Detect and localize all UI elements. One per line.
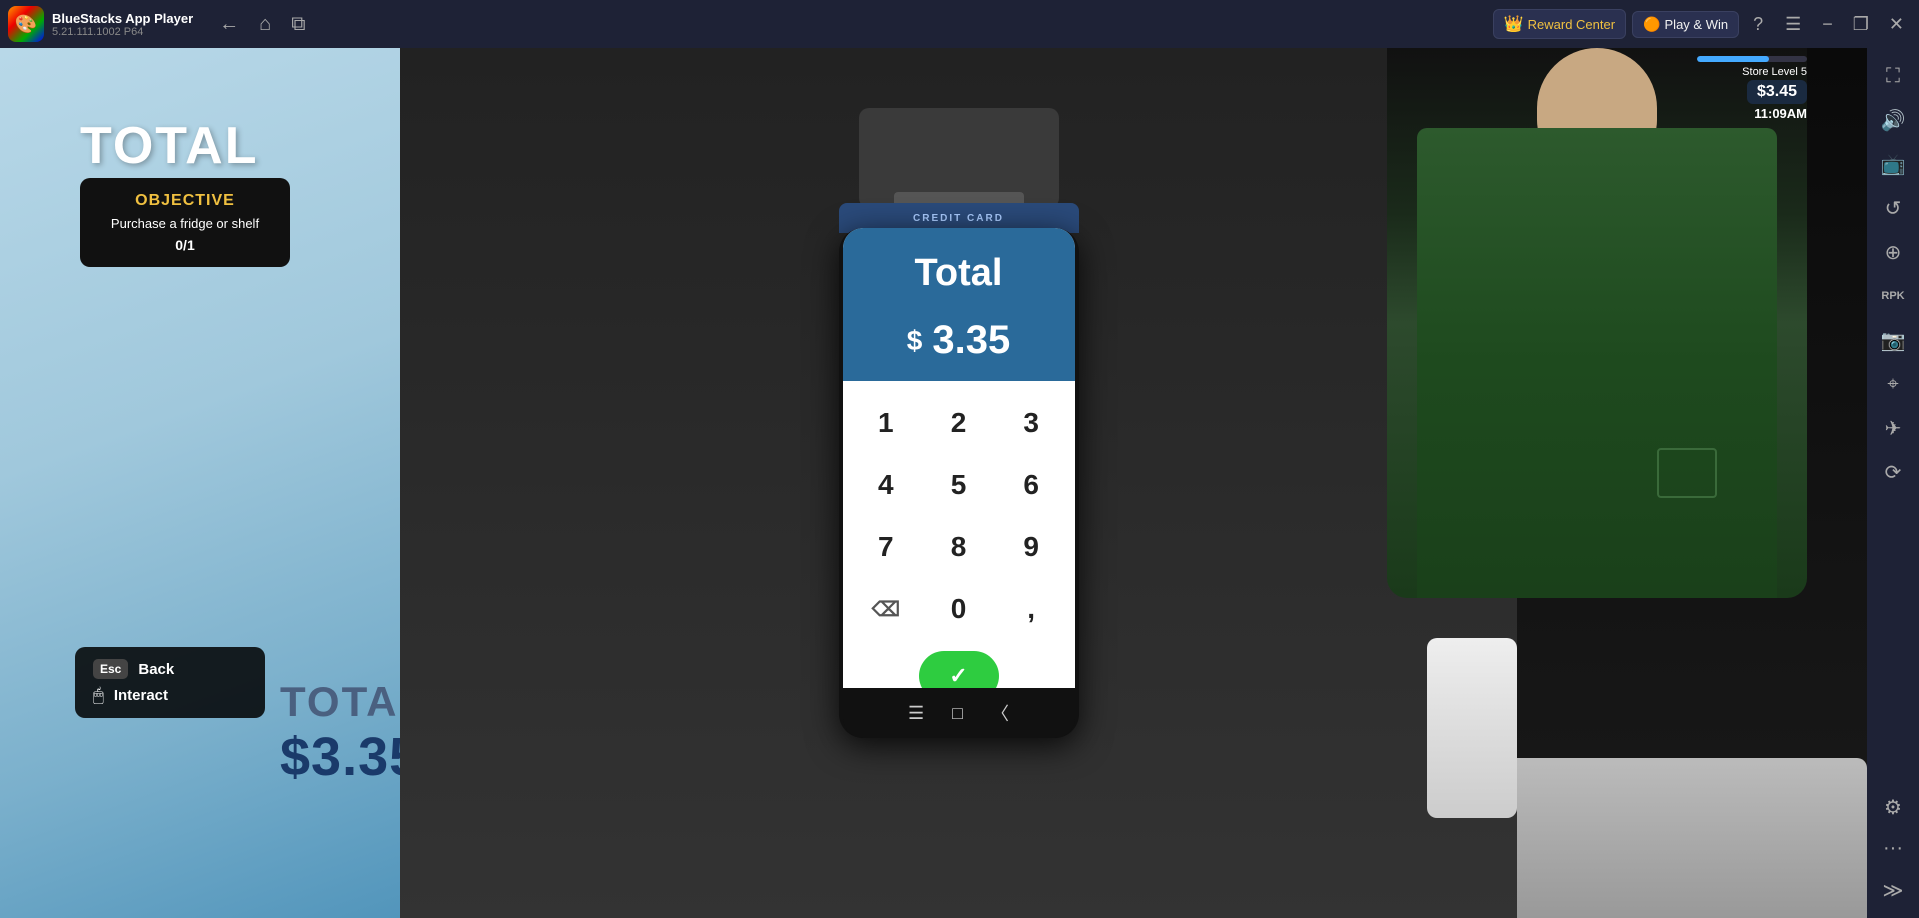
back-label: Back [138, 661, 174, 678]
coin-icon: 🟠 [1643, 16, 1660, 33]
keypad: 1 2 3 4 5 6 7 8 9 ⌫ 0 , ✓ [843, 381, 1075, 688]
phone-menu-button[interactable]: ☰ [908, 703, 924, 724]
register-background: CREDIT CARD Total $ 3.35 1 2 3 4 [400, 48, 1517, 918]
game-area: TOTAL OBJECTIVE Purchase a fridge or she… [0, 48, 1867, 918]
key-7[interactable]: 7 [855, 521, 918, 573]
key-2[interactable]: 2 [927, 397, 990, 449]
app-name: BlueStacks App Player [52, 11, 193, 26]
level-progress-bar [1697, 56, 1807, 62]
pos-terminal: Total $ 3.35 1 2 3 4 5 6 7 8 9 [839, 228, 1079, 738]
minimize-button[interactable]: − [1815, 10, 1840, 39]
play-win-button[interactable]: 🟠 Play & Win [1632, 11, 1739, 38]
rotate-button[interactable]: ↺ [1873, 188, 1913, 228]
menu-button[interactable]: ☰ [1777, 10, 1809, 39]
back-button[interactable]: ← [209, 9, 249, 40]
key-0[interactable]: 0 [927, 583, 990, 635]
printer [859, 108, 1059, 208]
controls-box: Esc Back 🖱 Interact [75, 647, 265, 718]
phone-back-button[interactable]: 〈 [991, 700, 1009, 726]
app-info: BlueStacks App Player 5.21.111.1002 P64 [52, 11, 193, 38]
help-button[interactable]: ? [1745, 10, 1771, 39]
app-version: 5.21.111.1002 P64 [52, 26, 193, 38]
store-money: $3.45 [1747, 80, 1807, 104]
store-level-label: Store Level 5 [1742, 66, 1807, 78]
credit-card-label: CREDIT CARD [913, 213, 1004, 224]
screen-button[interactable]: 📺 [1873, 144, 1913, 184]
character-jacket [1417, 128, 1777, 598]
topbar: 🎨 BlueStacks App Player 5.21.111.1002 P6… [0, 0, 1919, 48]
home-button[interactable]: ⌂ [249, 9, 281, 40]
phone-home-button[interactable]: □ [952, 703, 963, 724]
phone-header: Total [843, 228, 1075, 318]
location-button[interactable]: ⌖ [1873, 364, 1913, 404]
volume-button[interactable]: 🔊 [1873, 100, 1913, 140]
maximize-button[interactable]: ❐ [1846, 10, 1876, 39]
key-1[interactable]: 1 [855, 397, 918, 449]
key-5[interactable]: 5 [927, 459, 990, 511]
zoom-button[interactable]: ⊕ [1873, 232, 1913, 272]
key-3[interactable]: 3 [1000, 397, 1063, 449]
mouse-icon: 🖱 [93, 685, 104, 706]
key-9[interactable]: 9 [1000, 521, 1063, 573]
objective-description: Purchase a fridge or shelf [98, 216, 272, 231]
bluestacks-logo: 🎨 [8, 6, 44, 42]
more-options-icon: ··· [1883, 831, 1903, 866]
flight-button[interactable]: ✈ [1873, 408, 1913, 448]
dollar-sign: $ [907, 325, 923, 357]
interact-label: Interact [114, 687, 168, 704]
store-info: Store Level 5 $3.45 11:09AM [1697, 56, 1807, 121]
back-control: Esc Back [93, 659, 247, 679]
phone-bottom-nav: ☰ □ 〈 [843, 688, 1075, 738]
confirm-button[interactable]: ✓ [919, 651, 999, 688]
objective-progress: 0/1 [98, 237, 272, 253]
collapse-sidebar-button[interactable]: ≫ [1873, 870, 1913, 910]
reward-center-button[interactable]: 👑 Reward Center [1493, 9, 1626, 39]
cylinder-object [1427, 638, 1517, 818]
rpk-button[interactable]: RPK [1873, 276, 1913, 316]
level-bar-fill [1697, 56, 1769, 62]
tabs-button[interactable]: ⧉ [281, 9, 315, 40]
character-pocket [1657, 448, 1717, 498]
interact-control: 🖱 Interact [93, 685, 247, 706]
key-8[interactable]: 8 [927, 521, 990, 573]
right-sidebar: ⛶ 🔊 📺 ↺ ⊕ RPK 📷 ⌖ ✈ ⟳ ⚙ ··· ≫ [1867, 48, 1919, 918]
crown-icon: 👑 [1504, 14, 1524, 34]
key-comma[interactable]: , [1000, 583, 1063, 635]
play-win-label: Play & Win [1665, 17, 1729, 32]
settings-button[interactable]: ⚙ [1873, 787, 1913, 827]
refresh-button[interactable]: ⟳ [1873, 452, 1913, 492]
esc-key: Esc [93, 659, 128, 679]
close-button[interactable]: ✕ [1882, 10, 1911, 39]
fullscreen-button[interactable]: ⛶ [1873, 56, 1913, 96]
key-backspace[interactable]: ⌫ [855, 583, 918, 635]
phone-total-label: Total [915, 252, 1003, 295]
total-top-label: TOTAL [80, 116, 259, 176]
objective-title: OBJECTIVE [98, 192, 272, 210]
phone-amount-row: $ 3.35 [843, 318, 1075, 381]
key-4[interactable]: 4 [855, 459, 918, 511]
phone-screen: Total $ 3.35 1 2 3 4 5 6 7 8 9 [843, 228, 1075, 688]
objective-box: OBJECTIVE Purchase a fridge or shelf 0/1 [80, 178, 290, 267]
screenshot-button[interactable]: 📷 [1873, 320, 1913, 360]
store-time: 11:09AM [1754, 106, 1807, 121]
character-figure [1387, 48, 1807, 598]
key-6[interactable]: 6 [1000, 459, 1063, 511]
reward-center-label: Reward Center [1528, 17, 1615, 32]
phone-amount: 3.35 [932, 318, 1010, 363]
